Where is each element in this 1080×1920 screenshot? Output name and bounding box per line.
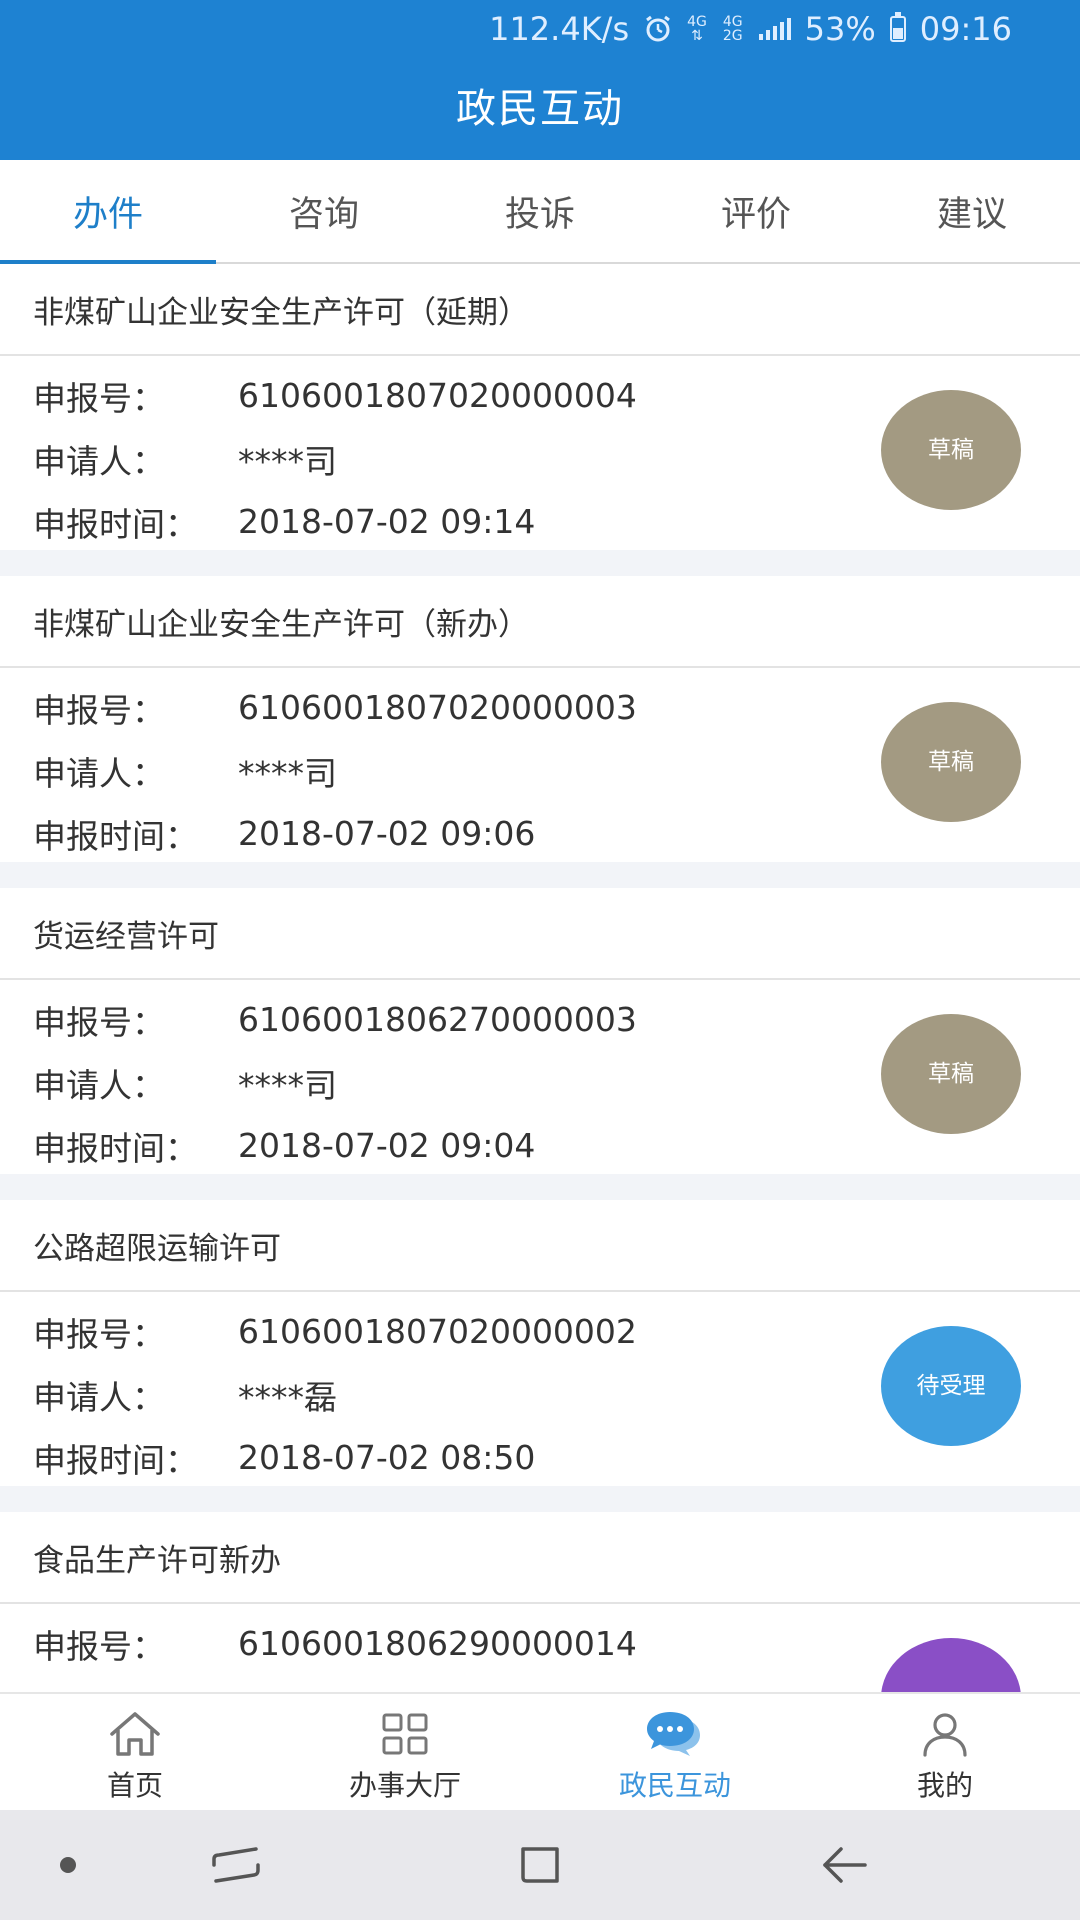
grid-icon: [381, 1708, 429, 1760]
time-label: 申报时间：: [33, 1128, 198, 1168]
number-value: 6106001806270000003: [238, 1000, 637, 1039]
item-details: 申报号： 6106001807020000002 申请人： ****磊 申报时间…: [0, 1292, 1080, 1486]
number-label: 申报号：: [33, 690, 165, 730]
nav-service-hall[interactable]: 办事大厅: [270, 1694, 540, 1810]
item-details: 申报号： 6106001806270000003 申请人： ****司 申报时间…: [0, 980, 1080, 1174]
tab-bar: 办件 咨询 投诉 评价 建议: [0, 160, 1080, 264]
number-value: 6106001807020000003: [238, 688, 637, 727]
list-item[interactable]: 非煤矿山企业安全生产许可（新办） 申报号： 610600180702000000…: [0, 576, 1080, 862]
back-arrow-icon[interactable]: [808, 1810, 880, 1920]
tab-zixun[interactable]: 咨询: [216, 160, 432, 262]
dot-icon[interactable]: [48, 1810, 88, 1920]
applicant-label: 申请人：: [33, 1377, 165, 1417]
time-value: 2018-07-02 09:14: [238, 502, 536, 541]
status-badge[interactable]: 草稿: [881, 390, 1021, 510]
status-bar: 112.4K/s 4G ⇅ 4G 2G 53% 09:16: [489, 6, 1012, 52]
item-title: 食品生产许可新办: [0, 1512, 1080, 1604]
number-label: 申报号：: [33, 1314, 165, 1354]
applicant-label: 申请人：: [33, 1065, 165, 1105]
signal-icon: [758, 18, 791, 40]
tab-tousu[interactable]: 投诉: [432, 160, 648, 262]
battery-icon: [889, 12, 906, 42]
person-icon: [921, 1708, 969, 1760]
item-title: 非煤矿山企业安全生产许可（延期）: [0, 264, 1080, 356]
item-details: 申报号： 6106001806290000014: [0, 1604, 1080, 1692]
applicant-value: ****司: [238, 441, 337, 481]
tab-jianyi[interactable]: 建议: [864, 160, 1080, 262]
alarm-icon: [643, 14, 673, 44]
home-icon: [107, 1708, 163, 1760]
number-value: 6106001807020000004: [238, 376, 637, 415]
number-label: 申报号：: [33, 1626, 165, 1666]
list-item[interactable]: 公路超限运输许可 申报号： 6106001807020000002 申请人： *…: [0, 1200, 1080, 1486]
applicant-value: ****司: [238, 753, 337, 793]
network-type-1: 4G ⇅: [687, 14, 707, 44]
nav-label: 我的: [916, 1769, 973, 1802]
list-item[interactable]: 食品生产许可新办 申报号： 6106001806290000014: [0, 1512, 1080, 1692]
nav-label: 政民互动: [618, 1769, 731, 1802]
nav-label: 首页: [106, 1769, 163, 1802]
status-badge[interactable]: 草稿: [881, 702, 1021, 822]
item-title: 非煤矿山企业安全生产许可（新办）: [0, 576, 1080, 668]
application-list[interactable]: 非煤矿山企业安全生产许可（延期） 申报号： 610600180702000000…: [0, 264, 1080, 1692]
applicant-value: ****司: [238, 1065, 337, 1105]
app-header: 112.4K/s 4G ⇅ 4G 2G 53% 09:16 政民互动: [0, 0, 1080, 160]
status-badge[interactable]: 草稿: [881, 1014, 1021, 1134]
time-value: 2018-07-02 09:04: [238, 1126, 536, 1165]
nav-mine[interactable]: 我的: [810, 1694, 1080, 1810]
item-title: 公路超限运输许可: [0, 1200, 1080, 1292]
tab-banjian[interactable]: 办件: [0, 160, 216, 264]
applicant-label: 申请人：: [33, 753, 165, 793]
item-details: 申报号： 6106001807020000004 申请人： ****司 申报时间…: [0, 356, 1080, 550]
time-value: 2018-07-02 08:50: [238, 1438, 536, 1477]
home-button-icon[interactable]: [504, 1810, 576, 1920]
applicant-label: 申请人：: [33, 441, 165, 481]
number-label: 申报号：: [33, 1002, 165, 1042]
nav-home[interactable]: 首页: [0, 1694, 270, 1810]
time-label: 申报时间：: [33, 1440, 198, 1480]
number-label: 申报号：: [33, 378, 165, 418]
system-nav-bar: [0, 1810, 1080, 1920]
recent-apps-icon[interactable]: [200, 1810, 272, 1920]
item-title: 货运经营许可: [0, 888, 1080, 980]
time-label: 申报时间：: [33, 504, 198, 544]
number-value: 6106001807020000002: [238, 1312, 637, 1351]
nav-interaction[interactable]: 政民互动: [540, 1694, 810, 1810]
nav-label: 办事大厅: [348, 1769, 461, 1802]
time-label: 申报时间：: [33, 816, 198, 856]
chat-bubble-icon: [646, 1708, 704, 1760]
item-details: 申报号： 6106001807020000003 申请人： ****司 申报时间…: [0, 668, 1080, 862]
battery-level: 53%: [804, 10, 876, 48]
network-type-2: 4G 2G: [722, 14, 743, 44]
network-speed: 112.4K/s: [489, 10, 630, 48]
clock: 09:16: [919, 10, 1012, 48]
list-item[interactable]: 非煤矿山企业安全生产许可（延期） 申报号： 610600180702000000…: [0, 264, 1080, 550]
tab-pingjia[interactable]: 评价: [648, 160, 864, 262]
list-item[interactable]: 货运经营许可 申报号： 6106001806270000003 申请人： ***…: [0, 888, 1080, 1174]
time-value: 2018-07-02 09:06: [238, 814, 536, 853]
bottom-nav: 首页 办事大厅 政民互动 我的: [0, 1692, 1080, 1810]
page-title: 政民互动: [456, 86, 624, 132]
number-value: 6106001806290000014: [238, 1624, 637, 1663]
applicant-value: ****磊: [238, 1377, 337, 1417]
status-badge[interactable]: 待受理: [881, 1326, 1021, 1446]
